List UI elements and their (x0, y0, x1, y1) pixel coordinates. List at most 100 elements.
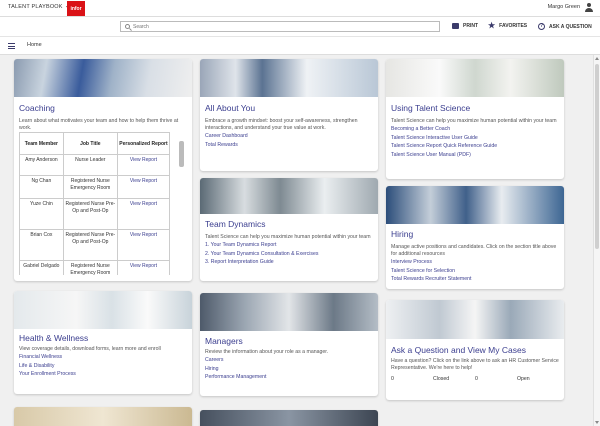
job-title: Registered Nurse Emergency Room (62, 175, 118, 199)
link-careers[interactable]: Careers (205, 356, 373, 365)
link-team-dynamics-consultation[interactable]: 2. Your Team Dynamics Consultation & Exe… (205, 250, 373, 259)
nav-bar: Home (0, 36, 600, 55)
link-performance-management[interactable]: Performance Management (205, 373, 373, 382)
health-wellness-desc: View coverage details, download forms, l… (19, 346, 161, 352)
job-title: Registered Nurse Pre-Op and Post-Op (62, 198, 118, 230)
member-name: Ng Chan (19, 175, 64, 199)
top-bar: TALENT PLAYBOOK infor Margo Green (0, 0, 600, 17)
all-about-you-card: All About You Embrace a growth mindset: … (200, 59, 378, 171)
link-better-coach[interactable]: Becoming a Better Coach (391, 125, 559, 134)
ask-question-card: Ask a Question and View My Cases Have a … (386, 300, 564, 400)
user-icon[interactable] (585, 3, 593, 12)
link-total-rewards-recruiter[interactable]: Total Rewards Recruiter Statement (391, 275, 559, 284)
search-icon (125, 24, 130, 29)
coaching-desc: Learn about what motivates your team and… (19, 118, 179, 131)
scroll-up-icon[interactable] (595, 57, 599, 60)
using-talent-science-desc: Talent Science can help you maximize hum… (391, 118, 557, 124)
member-name: Brian Cox (19, 229, 64, 261)
member-name: Gabriel Delgado (19, 260, 64, 275)
link-financial-wellness[interactable]: Financial Wellness (19, 353, 187, 362)
view-report-link[interactable]: View Report (130, 232, 157, 238)
bottom-card-1-image (14, 407, 192, 426)
link-team-dynamics-report[interactable]: 1. Your Team Dynamics Report (205, 241, 373, 250)
table-scrollbar[interactable] (179, 141, 184, 167)
hiring-title[interactable]: Hiring (391, 229, 559, 239)
managers-image (200, 293, 378, 331)
printer-icon (452, 23, 459, 29)
managers-title[interactable]: Managers (205, 336, 373, 346)
link-life-disability[interactable]: Life & Disability (19, 362, 187, 371)
question-icon: ? (538, 23, 545, 30)
coaching-title[interactable]: Coaching (19, 103, 187, 113)
managers-card: Managers Review the information about yo… (200, 293, 378, 396)
link-enrollment-process[interactable]: Your Enrollment Process (19, 370, 187, 379)
closed-label: Closed (433, 376, 450, 382)
health-wellness-image (14, 291, 192, 329)
open-count: 0 (475, 376, 478, 382)
view-report-link[interactable]: View Report (130, 157, 157, 163)
link-user-manual[interactable]: Talent Science User Manual (PDF) (391, 151, 559, 160)
col-team-member: Team Member (19, 132, 64, 155)
link-interactive-guide[interactable]: Talent Science Interactive User Guide (391, 134, 559, 143)
link-career-dashboard[interactable]: Career Dashboard (205, 132, 373, 141)
hiring-card: Hiring Manage active positions and candi… (386, 186, 564, 289)
team-dynamics-title[interactable]: Team Dynamics (205, 219, 373, 229)
closed-count: 0 (391, 376, 394, 382)
link-total-rewards[interactable]: Total Rewards (205, 141, 373, 150)
link-report-interpretation[interactable]: 3. Report Interpretation Guide (205, 258, 373, 267)
breadcrumb[interactable]: Home (27, 42, 42, 48)
print-button[interactable]: PRINT (452, 23, 478, 29)
star-icon: ★ (488, 21, 496, 30)
team-dynamics-desc: Talent Science can help you maximize hum… (205, 234, 371, 240)
app-switcher[interactable]: TALENT PLAYBOOK (8, 4, 70, 10)
favorites-label: FAVORITES (499, 23, 528, 29)
scroll-thumb[interactable] (595, 64, 599, 249)
view-report-link[interactable]: View Report (130, 178, 157, 184)
link-talent-science-selection[interactable]: Talent Science for Selection (391, 267, 559, 276)
all-about-you-desc: Embrace a growth mindset: boost your sel… (205, 118, 358, 131)
user-name[interactable]: Margo Green (548, 4, 580, 10)
infor-logo: infor (67, 1, 85, 16)
page-scrollbar[interactable] (593, 55, 600, 426)
col-job-title: Job Title (62, 132, 118, 155)
ask-question-button[interactable]: ? ASK A QUESTION (538, 23, 592, 30)
toolbar: PRINT ★ FAVORITES ? ASK A QUESTION (0, 17, 600, 36)
favorites-button[interactable]: ★ FAVORITES (488, 21, 528, 30)
health-wellness-title[interactable]: Health & Wellness (19, 333, 187, 343)
link-quick-reference[interactable]: Talent Science Report Quick Reference Gu… (391, 142, 559, 151)
col-report: Personalized Report (116, 132, 171, 155)
ask-question-title[interactable]: Ask a Question and View My Cases (391, 345, 559, 355)
search-box[interactable] (120, 21, 440, 32)
coaching-image (14, 59, 192, 97)
ask-question-image (386, 300, 564, 339)
team-dynamics-image (200, 178, 378, 214)
bottom-card-2-image (200, 410, 378, 426)
team-dynamics-card: Team Dynamics Talent Science can help yo… (200, 178, 378, 281)
view-report-link[interactable]: View Report (130, 201, 157, 207)
hiring-image (386, 186, 564, 224)
ask-question-desc: Have a question? Click on the link above… (391, 358, 559, 371)
link-hiring[interactable]: Hiring (205, 365, 373, 374)
hiring-desc: Manage active positions and candidates. … (391, 244, 557, 257)
scroll-down-icon[interactable] (595, 421, 599, 424)
using-talent-science-image (386, 59, 564, 97)
using-talent-science-title[interactable]: Using Talent Science (391, 103, 559, 113)
view-report-link[interactable]: View Report (130, 263, 157, 269)
using-talent-science-card: Using Talent Science Talent Science can … (386, 59, 564, 179)
all-about-you-title[interactable]: All About You (205, 103, 373, 113)
member-name: Yuze Chin (19, 198, 64, 230)
search-input[interactable] (133, 22, 433, 31)
table-row: Amy Anderson Nurse Leader View Report (19, 154, 171, 176)
ask-label: ASK A QUESTION (549, 23, 592, 30)
hamburger-menu-icon[interactable] (8, 43, 15, 49)
table-row: Yuze Chin Registered Nurse Pre-Op and Po… (19, 198, 171, 230)
case-stats: 0 Closed 0 Open (391, 376, 559, 382)
table-row: Brian Cox Registered Nurse Pre-Op and Po… (19, 229, 171, 261)
managers-desc: Review the information about your role a… (205, 349, 329, 355)
all-about-you-image (200, 59, 378, 97)
link-interview-process[interactable]: Interview Process (391, 258, 559, 267)
team-table-wrapper[interactable]: Team Member Job Title Personalized Repor… (19, 132, 179, 275)
job-title: Registered Nurse Pre-Op and Post-Op (62, 229, 118, 261)
health-wellness-card: Health & Wellness View coverage details,… (14, 291, 192, 394)
open-label: Open (517, 376, 530, 382)
